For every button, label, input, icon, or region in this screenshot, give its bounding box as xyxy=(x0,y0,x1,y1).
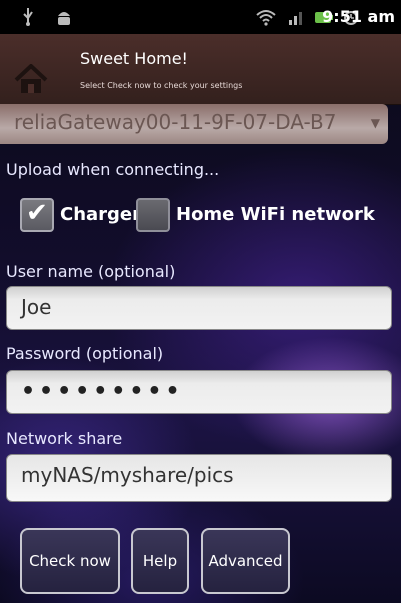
network-share-input[interactable]: myNAS/myshare/pics xyxy=(6,454,392,502)
home-wifi-checkbox[interactable] xyxy=(136,198,170,232)
status-time: 9:51 am xyxy=(322,7,395,26)
password-input[interactable]: ••••••••• xyxy=(6,370,392,414)
chevron-down-icon: ▼ xyxy=(370,116,380,130)
username-value: Joe xyxy=(21,295,52,319)
network-share-label: Network share xyxy=(6,429,123,448)
network-share-value: myNAS/myshare/pics xyxy=(21,463,234,487)
usb-icon xyxy=(22,8,34,30)
gateway-spinner-value: reliaGateway00-11-9F-07-DA-B7 xyxy=(14,110,337,134)
check-now-button[interactable]: Check now xyxy=(20,528,120,594)
dialog-title-bar: Sweet Home! Select Check now to check yo… xyxy=(0,34,401,105)
password-label: Password (optional) xyxy=(6,344,164,363)
gateway-spinner[interactable]: reliaGateway00-11-9F-07-DA-B7 ▼ xyxy=(0,104,388,144)
wifi-icon xyxy=(256,8,276,30)
android-debug-icon xyxy=(56,8,72,30)
checkmark-icon: ✔ xyxy=(26,198,48,228)
advanced-button[interactable]: Advanced xyxy=(201,528,290,594)
username-label: User name (optional) xyxy=(6,262,176,281)
home-wifi-label: Home WiFi network xyxy=(176,204,375,225)
upload-section-label: Upload when connecting... xyxy=(6,160,220,179)
status-bar: 9:51 am xyxy=(0,0,401,34)
username-input[interactable]: Joe xyxy=(6,286,392,330)
dialog-title: Sweet Home! xyxy=(80,49,188,68)
home-icon xyxy=(14,63,48,94)
signal-icon xyxy=(288,8,304,30)
charger-checkbox[interactable]: ✔ xyxy=(20,198,54,232)
help-button[interactable]: Help xyxy=(131,528,189,594)
password-value: ••••••••• xyxy=(21,379,184,404)
dialog-subtitle: Select Check now to check your settings xyxy=(80,81,243,90)
charger-label: Charger xyxy=(60,204,142,225)
